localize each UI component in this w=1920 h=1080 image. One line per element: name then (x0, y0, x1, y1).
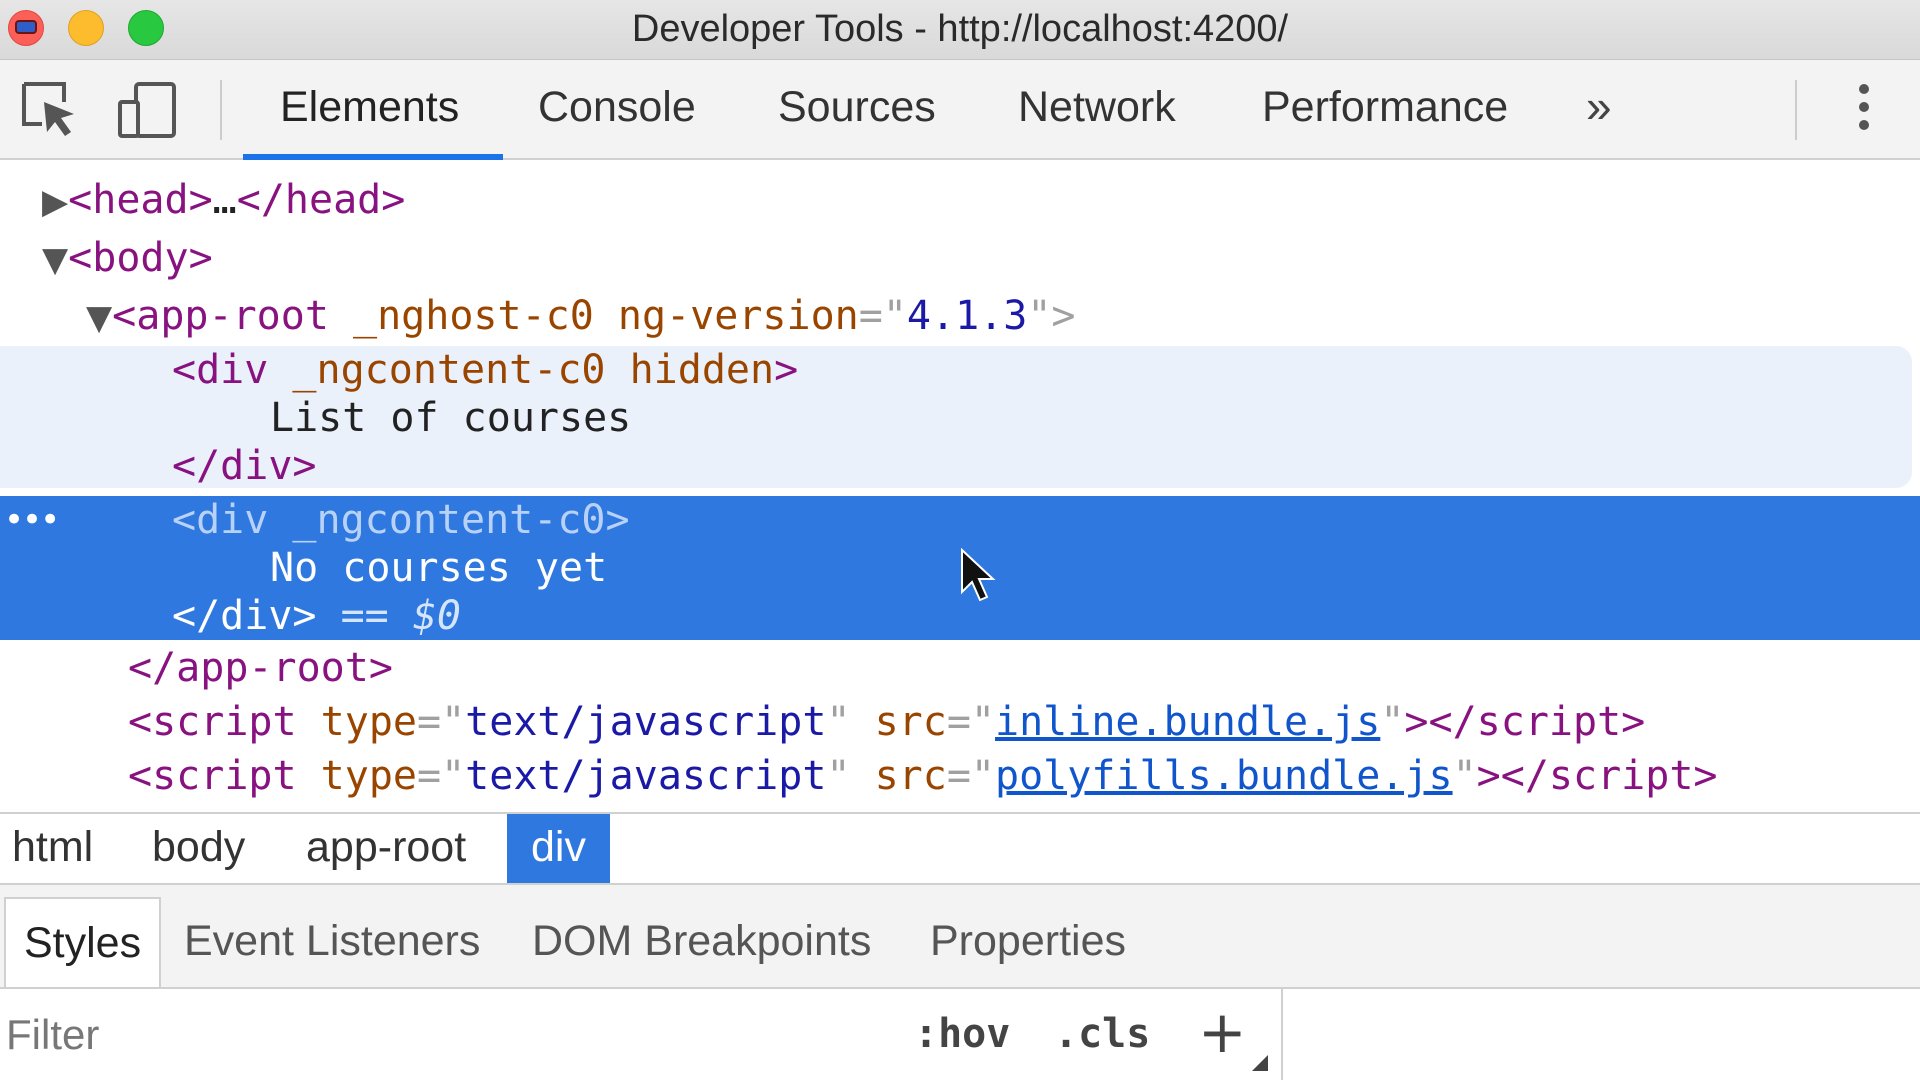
script-src-link[interactable]: inline.bundle.js (995, 699, 1380, 745)
tree-row-body[interactable]: ▼<body> (42, 234, 213, 282)
breadcrumb: html body app-root div (0, 812, 1920, 885)
tab-properties[interactable]: Properties (930, 897, 1126, 987)
collapse-triangle-icon[interactable]: ▼ (86, 298, 112, 338)
class-toggle[interactable]: .cls (1054, 999, 1150, 1069)
tree-row-div-hidden[interactable]: <div _ngcontent-c0 hidden> (172, 346, 798, 394)
toolbar-divider (220, 80, 222, 140)
tab-console[interactable]: Console (538, 60, 696, 158)
more-tabs-chevron-icon[interactable]: » (1586, 60, 1612, 158)
tree-row-script[interactable]: <script type="text/javascript" src="poly… (128, 752, 1718, 800)
tree-text-node-selected[interactable]: No courses yet (270, 544, 607, 592)
tab-elements[interactable]: Elements (280, 60, 459, 158)
rule-menu-corner-icon[interactable] (1252, 1055, 1268, 1071)
script-src-link[interactable]: polyfills.bundle.js (995, 753, 1453, 799)
window-title-bar: Developer Tools - http://localhost:4200/ (0, 0, 1920, 60)
breadcrumb-item-div[interactable]: div (507, 814, 610, 883)
device-toolbar-icon[interactable] (118, 80, 178, 140)
expand-triangle-icon[interactable]: ▶ (42, 182, 68, 222)
node-actions-icon[interactable]: ••• (4, 503, 60, 537)
add-style-rule-icon[interactable]: + (1198, 997, 1247, 1067)
pane-divider[interactable] (1281, 989, 1283, 1080)
tree-row-head[interactable]: ▶<head>…</head> (42, 176, 405, 224)
dom-tree: ••• ▶<head>…</head> ▼<body> ▼<app-root _… (0, 160, 1920, 812)
tree-row-app-root-close[interactable]: </app-root> (128, 644, 393, 692)
toolbar-divider (1795, 80, 1797, 140)
window-title: Developer Tools - http://localhost:4200/ (631, 8, 1289, 50)
breadcrumb-item-html[interactable]: html (0, 814, 105, 883)
tab-network[interactable]: Network (1018, 60, 1176, 158)
tab-dom-breakpoints[interactable]: DOM Breakpoints (532, 897, 871, 987)
breadcrumb-item-app-root[interactable]: app-root (294, 814, 478, 883)
sidebar-tabs: Styles Event Listeners DOM Breakpoints P… (0, 885, 1920, 989)
tree-row-app-root[interactable]: ▼<app-root _nghost-c0 ng-version="4.1.3"… (86, 292, 1076, 340)
tree-text-node[interactable]: List of courses (270, 394, 631, 442)
tree-row-div-selected-close[interactable]: </div> == $0 (172, 592, 461, 640)
tree-row-script[interactable]: <script type="text/javascript" src="inli… (128, 698, 1645, 746)
tab-performance[interactable]: Performance (1262, 60, 1508, 158)
inspect-element-icon[interactable] (20, 80, 80, 140)
styles-filter-bar: :hov .cls + (0, 989, 1920, 1080)
styles-filter-input[interactable] (4, 999, 888, 1071)
collapse-triangle-icon[interactable]: ▼ (42, 240, 68, 280)
tab-styles[interactable]: Styles (4, 897, 162, 987)
more-options-icon[interactable] (1854, 84, 1874, 138)
selected-node-marker: == $0 (340, 593, 462, 639)
breadcrumb-item-body[interactable]: body (140, 814, 257, 883)
tab-sources[interactable]: Sources (778, 60, 936, 158)
mouse-pointer-icon (961, 548, 996, 602)
tree-row-div-hidden-close[interactable]: </div> (172, 442, 317, 490)
hover-state-toggle[interactable]: :hov (914, 999, 1010, 1069)
tab-event-listeners[interactable]: Event Listeners (184, 897, 480, 987)
tree-row-div-selected[interactable]: <div _ngcontent-c0> (172, 496, 630, 544)
devtools-toolbar: Elements Console Sources Network Perform… (0, 60, 1920, 160)
